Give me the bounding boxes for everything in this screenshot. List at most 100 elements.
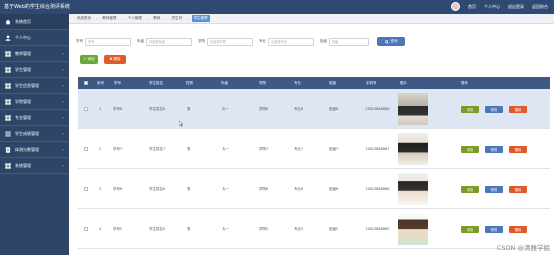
breadcrumb-item-current[interactable]: 学生管理: [191, 15, 210, 22]
row-checkbox[interactable]: [84, 227, 88, 231]
sidebar-item-label: 教师管理: [15, 50, 31, 56]
college-select[interactable]: 请选择学院: [207, 37, 253, 46]
grid-icon: [5, 82, 11, 89]
edit-button[interactable]: 修改: [485, 106, 503, 113]
breadcrumb-item[interactable]: 教师管理: [100, 15, 118, 22]
cell-gender: 男: [187, 107, 191, 111]
edit-button[interactable]: 修改: [485, 226, 503, 233]
select-all-checkbox[interactable]: [84, 81, 88, 85]
header-link-profile[interactable]: 个人中心: [484, 4, 500, 10]
sidebar-item-label: 专业管理: [15, 114, 31, 120]
cell-name: 学生姓名5: [149, 227, 166, 231]
column-header: 手机号: [366, 81, 377, 85]
chevron-right-icon: ›: [62, 67, 64, 72]
watermark: CSDN @清雅学姐: [496, 244, 550, 252]
search-label-college: 学院: [198, 39, 205, 43]
chevron-right-icon: ›: [62, 131, 64, 136]
add-button[interactable]: + 添加: [80, 55, 98, 64]
delete-button[interactable]: ✖ 删除: [104, 55, 126, 64]
cell-class: 班级6: [329, 187, 339, 191]
table-row[interactable]: 4 学号5 学生姓名5 男 大一 学院5 专业5 班级5 13823888885…: [78, 209, 550, 249]
grade-select[interactable]: 请选择年级: [146, 37, 192, 46]
sidebar-item-majors[interactable]: 专业管理 ›: [0, 110, 69, 126]
row-delete-button[interactable]: 删除: [509, 106, 527, 113]
student-photo: [398, 213, 428, 245]
cell-grade: 大一: [222, 147, 229, 151]
column-header: 学号: [114, 81, 121, 85]
sidebar-item-student-info[interactable]: 学生信息管理 ›: [0, 78, 69, 94]
chevron-right-icon: ›: [62, 115, 64, 120]
cell-college: 学院5: [259, 227, 269, 231]
row-checkbox[interactable]: [84, 147, 88, 151]
cell-student-id: 学号6: [113, 187, 123, 191]
grid-icon: [5, 114, 11, 121]
sidebar-item-colleges[interactable]: 学院管理 ›: [0, 94, 69, 110]
cell-gender: 男: [187, 147, 191, 151]
breadcrumb-item[interactable]: 系统首页: [75, 15, 93, 22]
sidebar-item-label: 学院管理: [15, 98, 31, 104]
row-checkbox[interactable]: [84, 187, 88, 191]
search-bar: 学号 学号 年级 请选择年级 学院 请选择学院 专业 请选择专业 班级 班级 查…: [76, 37, 405, 46]
cell-index: 3: [99, 187, 102, 191]
row-delete-button[interactable]: 删除: [509, 146, 527, 153]
column-header: 专业: [294, 81, 301, 85]
search-label-grade: 年级: [137, 39, 144, 43]
chevron-right-icon: ›: [62, 99, 64, 104]
cell-name: 学生姓名6: [149, 187, 166, 191]
chevron-right-icon: ›: [62, 83, 64, 88]
cell-major: 专业6: [294, 187, 304, 191]
cell-major: 专业5: [294, 227, 304, 231]
document-icon: [5, 146, 11, 153]
search-button[interactable]: 查询: [377, 37, 405, 46]
avatar[interactable]: [451, 2, 460, 11]
table-row[interactable]: 1 学号8 学生姓名8 男 大一 学院8 专业8 班级8 13823888888…: [78, 89, 550, 129]
view-button[interactable]: 详情: [461, 106, 479, 113]
edit-button[interactable]: 修改: [485, 186, 503, 193]
view-button[interactable]: 详情: [461, 226, 479, 233]
sidebar-item-profile[interactable]: 个人中心: [0, 30, 69, 46]
cell-index: 1: [99, 107, 102, 111]
sidebar-item-teachers[interactable]: 教师管理 ›: [0, 46, 69, 62]
sidebar-item-students[interactable]: 学生管理 ›: [0, 62, 69, 78]
column-header: 性别: [186, 81, 193, 85]
cell-phone: 13823888888: [365, 107, 390, 111]
student-id-input[interactable]: 学号: [85, 37, 131, 46]
search-label-id: 学号: [76, 39, 83, 43]
table-row[interactable]: 3 学号6 学生姓名6 男 大一 学院6 专业6 班级6 13823888886…: [78, 169, 550, 209]
sidebar-item-grades[interactable]: 学生成绩管理 ›: [0, 126, 69, 142]
column-header: 班级: [329, 81, 336, 85]
header-link-frontend[interactable]: 返回前台: [532, 4, 548, 10]
column-header: 照片: [400, 81, 407, 85]
column-header: 年级: [221, 81, 228, 85]
sidebar-item-system[interactable]: 系统管理 ›: [0, 158, 69, 174]
view-button[interactable]: 详情: [461, 186, 479, 193]
cell-name: 学生姓名7: [149, 147, 166, 151]
cell-phone: 13823888885: [365, 227, 390, 231]
row-delete-button[interactable]: 删除: [509, 226, 527, 233]
grid-icon: [5, 66, 11, 73]
student-photo: [398, 93, 428, 125]
breadcrumb-item[interactable]: 教师: [151, 15, 162, 22]
breadcrumb: 系统首页 › 教师管理 › 个人管理 › 教师 › 学生列 › 学生管理: [69, 14, 554, 24]
cell-class: 班级5: [329, 227, 339, 231]
breadcrumb-item[interactable]: 学生列: [170, 15, 185, 22]
class-input[interactable]: 班级: [329, 37, 369, 46]
sidebar-item-home[interactable]: 系统首页: [0, 14, 69, 30]
table-row[interactable]: 2 学号7 学生姓名7 男 大一 学院7 专业7 班级7 13823888887…: [78, 129, 550, 169]
header-link-logout[interactable]: 退出登录: [508, 4, 524, 10]
sidebar-item-fitness[interactable]: 体测分数管理 ›: [0, 142, 69, 158]
row-delete-button[interactable]: 删除: [509, 186, 527, 193]
mouse-cursor-icon: [179, 121, 183, 127]
breadcrumb-item[interactable]: 个人管理: [126, 15, 144, 22]
user-icon: [5, 34, 11, 41]
student-photo: [398, 133, 428, 165]
view-button[interactable]: 详情: [461, 146, 479, 153]
header-link-home[interactable]: 首页: [468, 4, 476, 10]
column-header: 学院: [259, 81, 266, 85]
cell-student-id: 学号5: [113, 227, 123, 231]
chevron-right-icon: ›: [62, 51, 64, 56]
grid-icon: [5, 98, 11, 105]
edit-button[interactable]: 修改: [485, 146, 503, 153]
major-select[interactable]: 请选择专业: [268, 37, 314, 46]
row-checkbox[interactable]: [84, 107, 88, 111]
